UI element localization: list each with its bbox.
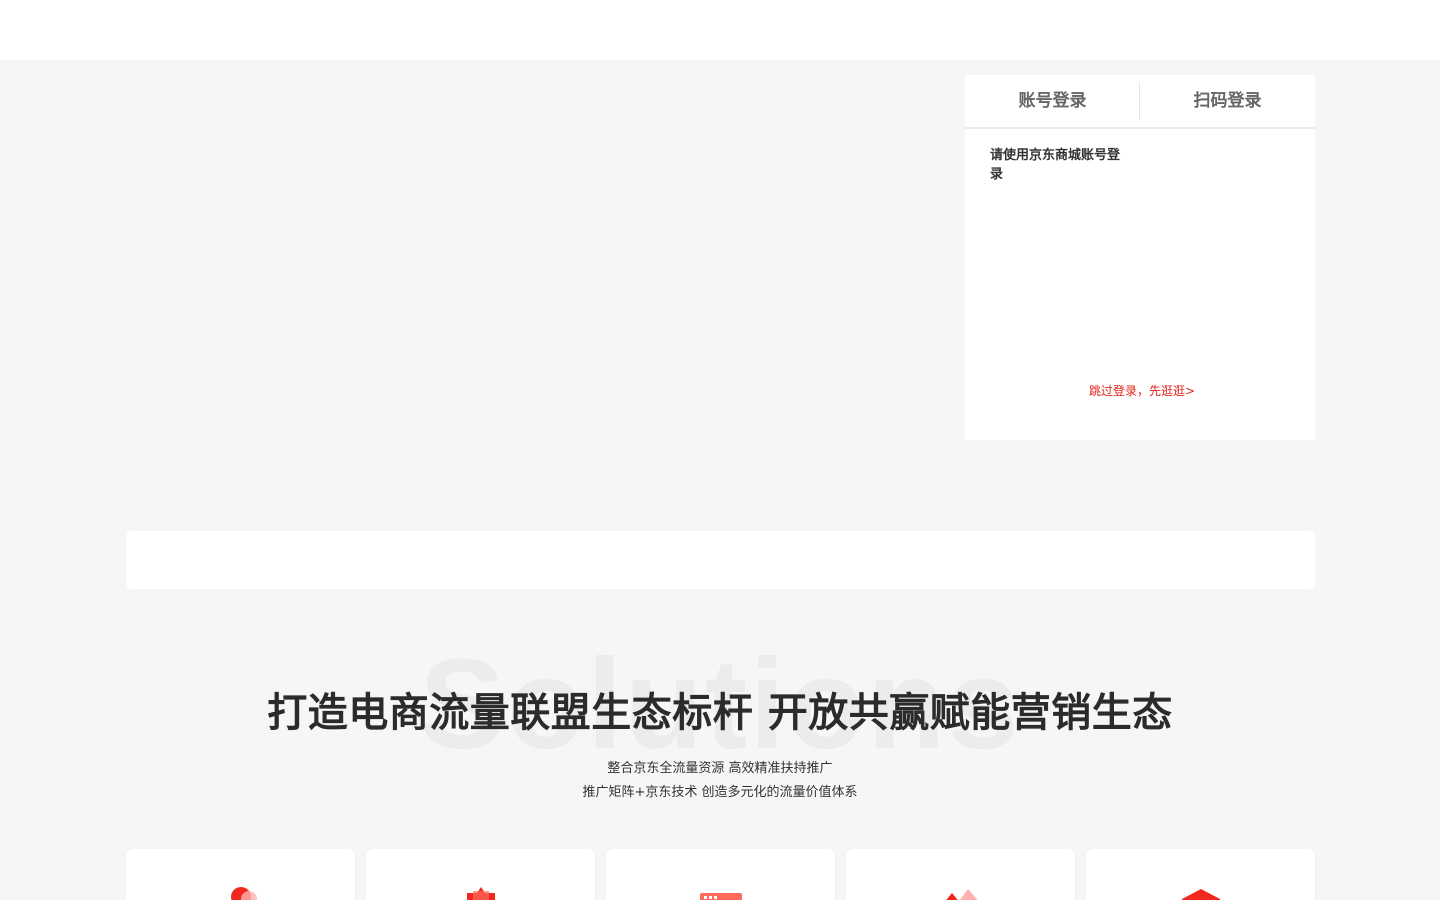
top-header-bar [0, 0, 1440, 60]
chart-icon [945, 889, 978, 900]
login-hint-text: 请使用京东商城账号登录 [990, 148, 1121, 182]
feature-cards [126, 849, 1315, 900]
tab-qrcode-login[interactable]: 扫码登录 [1140, 74, 1315, 128]
feature-card-2[interactable] [366, 849, 595, 900]
login-panel: 账号登录 扫码登录 请使用京东商城账号登录 跳过登录，先逛逛> [965, 75, 1315, 440]
section-subline-2: 推广矩阵+京东技术 创造多元化的流量价值体系 [582, 785, 858, 800]
skip-login-link[interactable]: 跳过登录，先逛逛> [965, 382, 1315, 399]
star-badge-icon [466, 887, 495, 900]
tab-account-login[interactable]: 账号登录 [965, 74, 1140, 128]
notice-bar [126, 531, 1315, 589]
feature-card-5[interactable] [1086, 849, 1315, 900]
login-tabs: 账号登录 扫码登录 [965, 75, 1315, 129]
section-headline: 打造电商流量联盟生态标杆 开放共赢赋能营销生态 [267, 690, 1173, 736]
feature-card-1[interactable] [126, 849, 355, 900]
section-subline-1: 整合京东全流量资源 高效精准扶持推广 [607, 761, 833, 776]
diamond-icon [1181, 889, 1220, 900]
feature-card-4[interactable] [846, 849, 1075, 900]
feature-card-3[interactable] [606, 849, 835, 900]
calendar-icon [699, 893, 742, 900]
person-icon [230, 887, 257, 900]
